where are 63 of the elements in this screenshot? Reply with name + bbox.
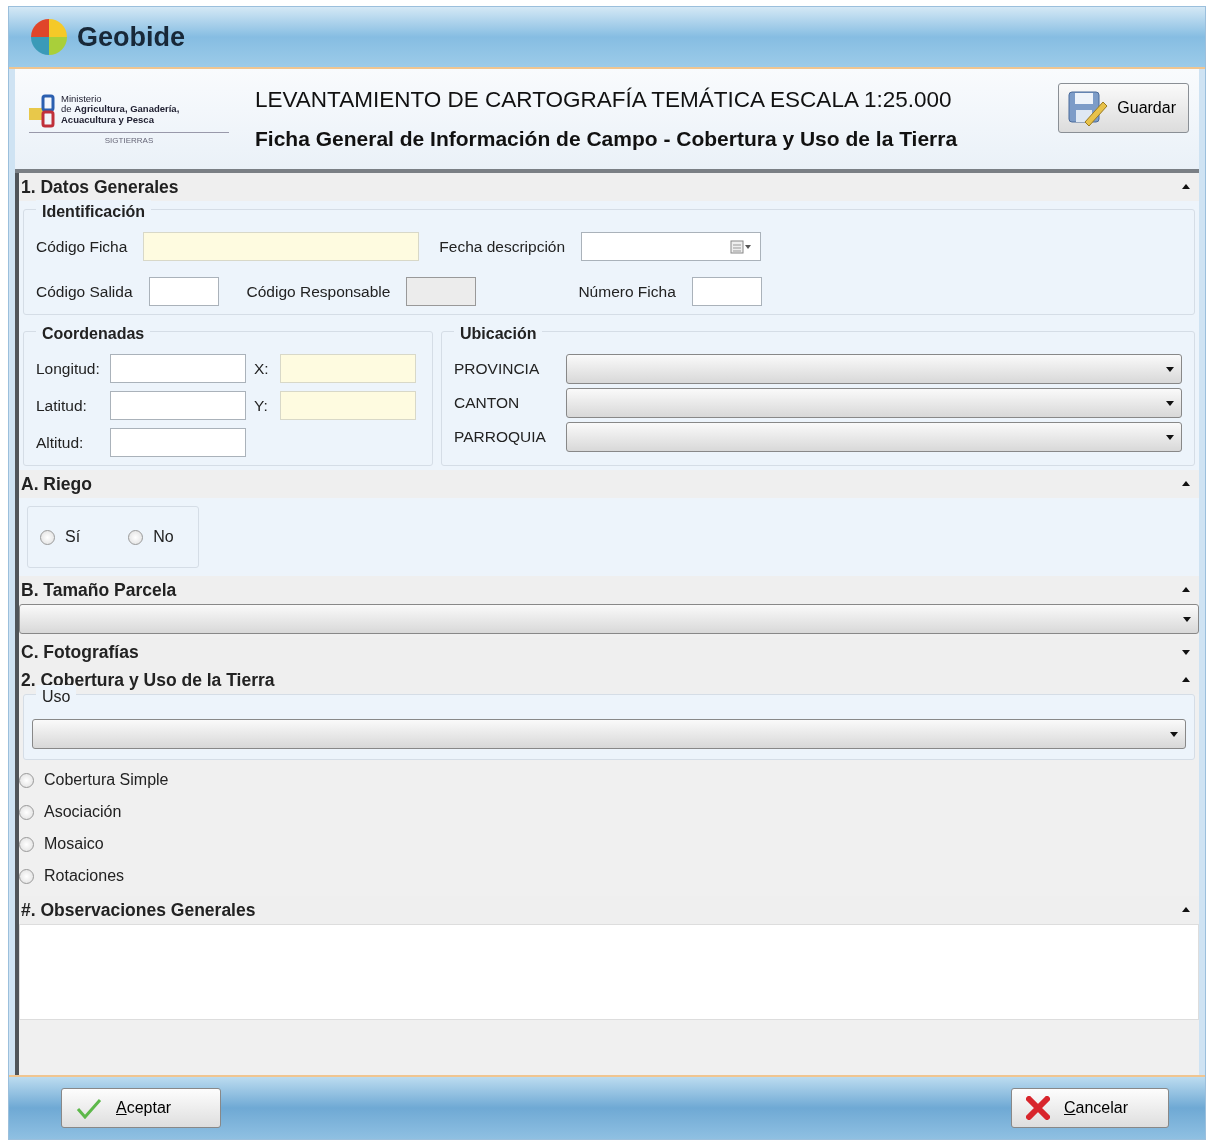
save-button[interactable]: Guardar xyxy=(1058,83,1189,133)
dropdown[interactable] xyxy=(32,719,1186,749)
radio-button[interactable] xyxy=(19,868,34,884)
option-label: Asociación xyxy=(44,802,122,822)
text-field[interactable] xyxy=(110,428,246,457)
form-subtitle: Ficha General de Información de Campo - Cobertura y Uso de la Tierra xyxy=(255,126,958,153)
text-field[interactable] xyxy=(691,277,762,306)
section-header[interactable]: #. Observaciones Generales xyxy=(21,896,256,924)
cancel-button[interactable]: Cancelar xyxy=(1011,1088,1169,1128)
caret-icon xyxy=(1165,398,1175,408)
accept-button[interactable]: Aceptar xyxy=(61,1088,221,1128)
calendar-dropdown-icon xyxy=(730,238,753,255)
section-header[interactable]: B. Tamaño Parcela xyxy=(21,576,177,604)
option-label: No xyxy=(153,527,174,547)
dropdown[interactable] xyxy=(566,422,1182,452)
dropdown[interactable] xyxy=(19,604,1199,634)
field-label: Número Ficha xyxy=(578,281,676,302)
radio-button[interactable] xyxy=(19,772,34,788)
field-label: Código Responsable xyxy=(246,281,391,302)
caret-icon xyxy=(1165,432,1175,442)
option-label: Cobertura Simple xyxy=(44,770,169,790)
option-label: Mosaico xyxy=(44,834,104,854)
field-label: Código Ficha xyxy=(36,236,128,257)
window-title: Geobide xyxy=(77,20,185,54)
field-label: Y: xyxy=(254,395,269,416)
caret-icon xyxy=(1165,364,1175,374)
radio-button[interactable] xyxy=(128,529,144,545)
field-label: Altitud: xyxy=(36,432,85,453)
radio-button[interactable] xyxy=(19,804,34,820)
dropdown[interactable] xyxy=(566,354,1182,384)
text-field[interactable] xyxy=(280,391,416,420)
checkmark-icon xyxy=(76,1097,102,1119)
dropdown[interactable] xyxy=(566,388,1182,418)
form-title: LEVANTAMIENTO DE CARTOGRAFÍA TEMÁTICA ESCALA 1:25.000 xyxy=(255,86,953,115)
radio-button[interactable] xyxy=(19,836,34,852)
field-label: X: xyxy=(254,358,270,379)
field-label: Fecha descripción xyxy=(439,236,566,257)
text-field[interactable] xyxy=(148,277,219,306)
field-label: PROVINCIA xyxy=(454,359,541,380)
notes-text-area[interactable] xyxy=(19,924,1199,1020)
close-icon xyxy=(1026,1096,1050,1120)
option-label: Rotaciones xyxy=(44,866,125,886)
date-picker[interactable] xyxy=(581,232,762,261)
field-label: Latitud: xyxy=(36,395,88,416)
section-header[interactable]: 1. Datos Generales xyxy=(21,173,179,201)
field-label: Longitud: xyxy=(36,358,101,379)
radio-button[interactable] xyxy=(40,529,55,545)
caret-icon xyxy=(1182,614,1192,624)
text-field[interactable] xyxy=(110,354,246,383)
text-field[interactable] xyxy=(110,391,246,420)
text-field[interactable] xyxy=(143,232,420,261)
caret-icon xyxy=(1169,729,1179,739)
section-header[interactable]: A. Riego xyxy=(21,470,92,498)
section-header[interactable]: C. Fotografías xyxy=(21,638,139,666)
option-label: Sí xyxy=(65,527,81,547)
ministry-name: Ministerio de Agricultura, Ganadería, Acuacultura y Pesca xyxy=(61,93,180,126)
field-label: PARROQUIA xyxy=(454,427,547,448)
floppy-disk-pencil-icon xyxy=(1067,88,1110,128)
field-label: CANTON xyxy=(454,393,521,414)
logo-caption: SIGTIERRAS xyxy=(29,131,229,147)
field-label: Código Salida xyxy=(36,281,133,302)
text-field[interactable] xyxy=(280,354,416,383)
app-logo-icon xyxy=(29,17,69,57)
